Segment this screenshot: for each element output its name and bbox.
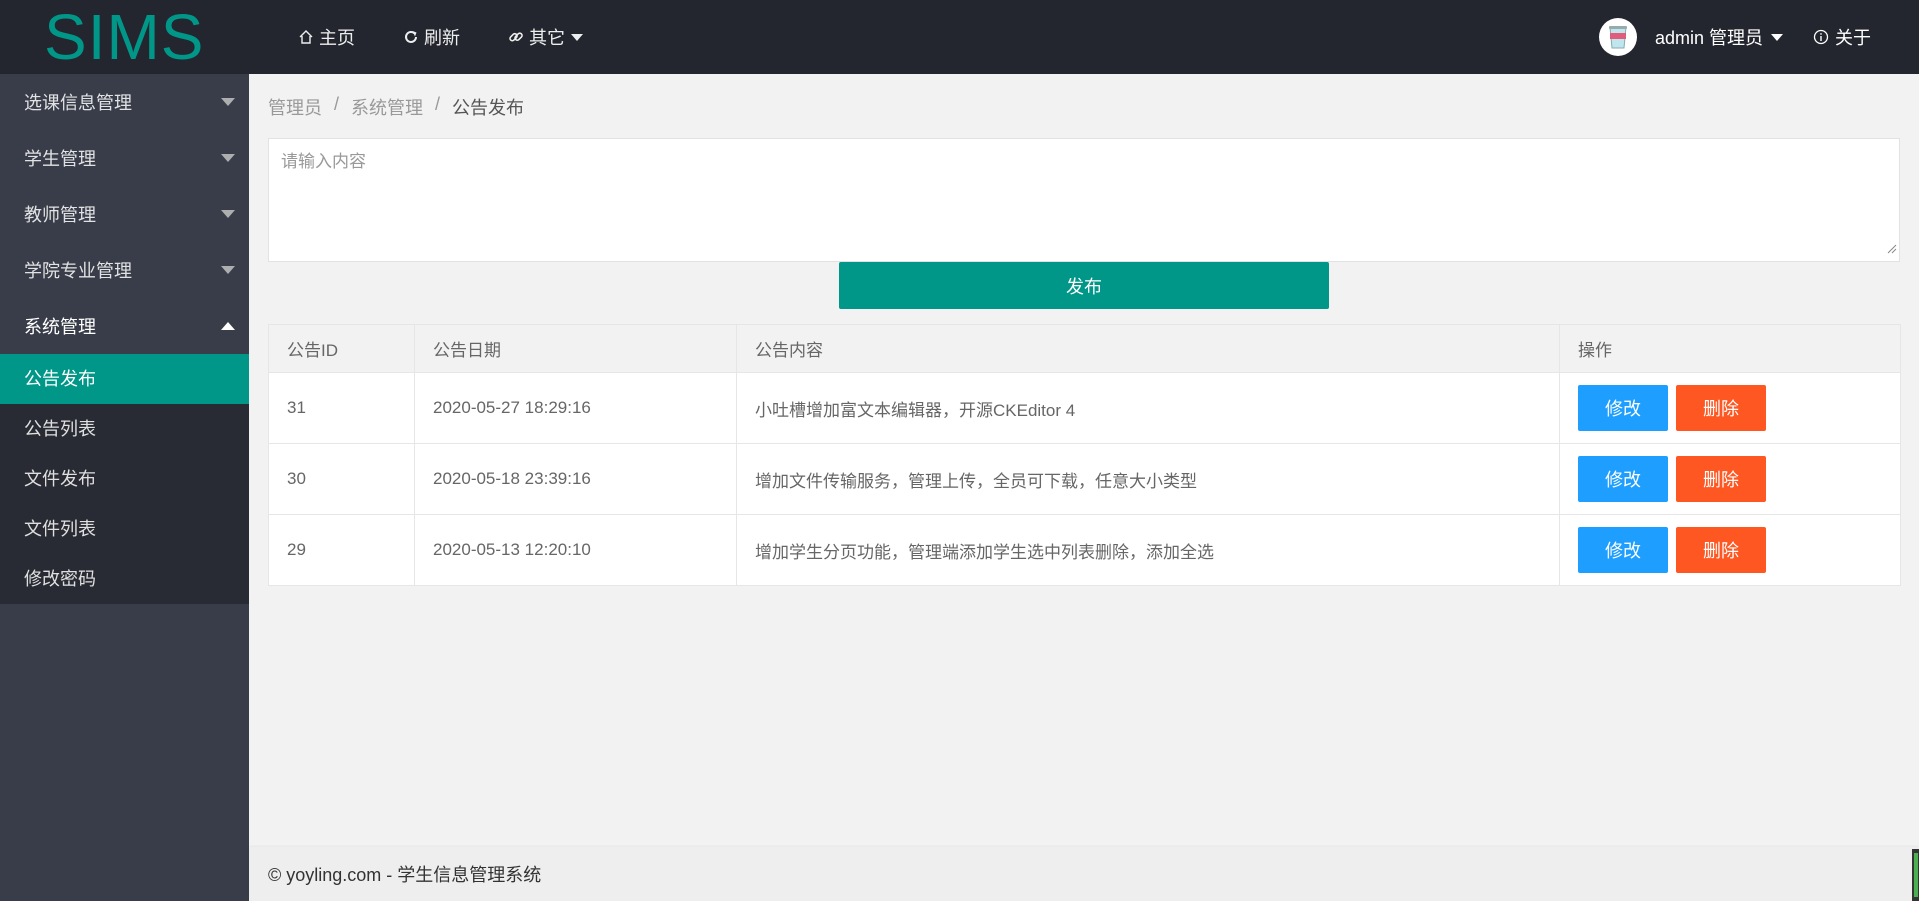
breadcrumb: 管理员 / 系统管理 / 公告发布: [268, 94, 524, 120]
edit-button[interactable]: 修改: [1578, 527, 1668, 573]
refresh-icon: [403, 29, 419, 45]
column-header-date: 公告日期: [414, 324, 737, 373]
sidebar-group-course[interactable]: 选课信息管理: [0, 74, 249, 130]
breadcrumb-separator: /: [334, 94, 340, 114]
delete-button[interactable]: 删除: [1676, 527, 1766, 573]
main-content: 管理员 / 系统管理 / 公告发布 请输入内容 发布 公告ID 公告日期 公告内…: [249, 74, 1919, 901]
user-menu[interactable]: admin 管理员: [1655, 24, 1783, 50]
nav-other[interactable]: 其它: [508, 24, 583, 50]
sidebar-group-label: 选课信息管理: [24, 93, 132, 113]
sidebar-group-label: 学院专业管理: [24, 261, 132, 281]
notice-table: 公告ID 公告日期 公告内容 操作 31 2020-05-27 18:29:16…: [268, 324, 1901, 586]
about-link[interactable]: 关于: [1813, 24, 1871, 50]
breadcrumb-current: 公告发布: [452, 98, 525, 118]
cell-id: 29: [268, 514, 415, 586]
user-name: admin 管理员: [1654, 28, 1763, 48]
sidebar-group-college[interactable]: 学院专业管理: [0, 242, 249, 298]
table-header-row: 公告ID 公告日期 公告内容 操作: [268, 324, 1901, 373]
sidebar-item-file-list[interactable]: 文件列表: [0, 504, 249, 554]
sidebar-group-teacher[interactable]: 教师管理: [0, 186, 249, 242]
chevron-down-icon: [221, 154, 235, 162]
nav-refresh[interactable]: 刷新: [403, 24, 460, 50]
delete-button[interactable]: 删除: [1676, 385, 1766, 431]
sidebar-item-file-publish[interactable]: 文件发布: [0, 454, 249, 504]
cell-date: 2020-05-27 18:29:16: [414, 372, 737, 444]
cell-date: 2020-05-13 12:20:10: [414, 514, 737, 586]
breadcrumb-item[interactable]: 系统管理: [351, 94, 423, 120]
breadcrumb-item[interactable]: 管理员: [268, 94, 322, 120]
sidebar-submenu-system: 公告发布 公告列表 文件发布 文件列表 修改密码: [0, 354, 249, 604]
nav-other-label: 其它: [529, 28, 565, 48]
chevron-down-icon: [221, 98, 235, 106]
sidebar-group-student[interactable]: 学生管理: [0, 130, 249, 186]
nav-home[interactable]: 主页: [298, 24, 355, 50]
sidebar-group-system[interactable]: 系统管理: [0, 298, 249, 354]
sidebar-group-label: 教师管理: [24, 205, 96, 225]
top-header: SIMS 主页 刷新 其它 admin 管理员 关于: [0, 0, 1919, 74]
info-icon: [1813, 29, 1829, 45]
page-footer: © yoyling.com - 学生信息管理系统: [249, 847, 1919, 901]
cell-actions: 修改 删除: [1559, 514, 1901, 586]
column-header-content: 公告内容: [736, 324, 1560, 373]
breadcrumb-separator: /: [435, 94, 441, 114]
chevron-down-icon: [1771, 33, 1783, 41]
home-icon: [298, 29, 314, 45]
sidebar-group-label: 系统管理: [24, 317, 96, 337]
chevron-down-icon: [571, 33, 583, 41]
cell-date: 2020-05-18 23:39:16: [414, 443, 737, 515]
notice-content-input[interactable]: 请输入内容: [268, 138, 1900, 262]
sidebar-item-change-password[interactable]: 修改密码: [0, 554, 249, 604]
top-nav-right: admin 管理员 关于: [1598, 0, 1871, 74]
table-row: 31 2020-05-27 18:29:16 小吐槽增加富文本编辑器，开源CKE…: [268, 372, 1901, 444]
scrollbar-thumb[interactable]: [1914, 853, 1918, 897]
edit-button[interactable]: 修改: [1578, 385, 1668, 431]
cell-actions: 修改 删除: [1559, 443, 1901, 515]
top-nav: 主页 刷新 其它: [298, 0, 631, 74]
cell-id: 30: [268, 443, 415, 515]
cell-content: 增加文件传输服务，管理上传，全员可下载，任意大小类型: [736, 443, 1560, 515]
table-row: 30 2020-05-18 23:39:16 增加文件传输服务，管理上传，全员可…: [268, 443, 1901, 515]
cup-icon: [1608, 26, 1627, 49]
nav-refresh-label: 刷新: [424, 28, 460, 48]
edit-button[interactable]: 修改: [1578, 456, 1668, 502]
delete-button[interactable]: 删除: [1676, 456, 1766, 502]
cell-id: 31: [268, 372, 415, 444]
publish-button[interactable]: 发布: [839, 262, 1329, 309]
chevron-down-icon: [221, 266, 235, 274]
nav-home-label: 主页: [319, 28, 355, 48]
column-header-actions: 操作: [1559, 324, 1901, 373]
resize-handle-icon[interactable]: [1887, 239, 1897, 259]
chevron-up-icon: [221, 322, 235, 330]
sidebar-group-label: 学生管理: [24, 149, 96, 169]
sidebar-item-notice-publish[interactable]: 公告发布: [0, 354, 249, 404]
footer-copyright: © yoyling.com - 学生信息管理系统: [268, 865, 542, 885]
sidebar: 选课信息管理 学生管理 教师管理 学院专业管理 系统管理 公告发布 公告列表 文…: [0, 74, 249, 901]
link-icon: [508, 29, 524, 45]
cell-content: 小吐槽增加富文本编辑器，开源CKEditor 4: [736, 372, 1560, 444]
chevron-down-icon: [221, 210, 235, 218]
about-label: 关于: [1835, 28, 1871, 48]
column-header-id: 公告ID: [268, 324, 415, 373]
table-row: 29 2020-05-13 12:20:10 增加学生分页功能，管理端添加学生选…: [268, 514, 1901, 586]
scrollbar[interactable]: [1912, 849, 1919, 901]
avatar[interactable]: [1598, 18, 1637, 56]
app-logo[interactable]: SIMS: [44, 0, 204, 74]
sidebar-item-notice-list[interactable]: 公告列表: [0, 404, 249, 454]
cell-content: 增加学生分页功能，管理端添加学生选中列表删除，添加全选: [736, 514, 1560, 586]
notice-content-placeholder: 请输入内容: [281, 152, 366, 171]
cell-actions: 修改 删除: [1559, 372, 1901, 444]
